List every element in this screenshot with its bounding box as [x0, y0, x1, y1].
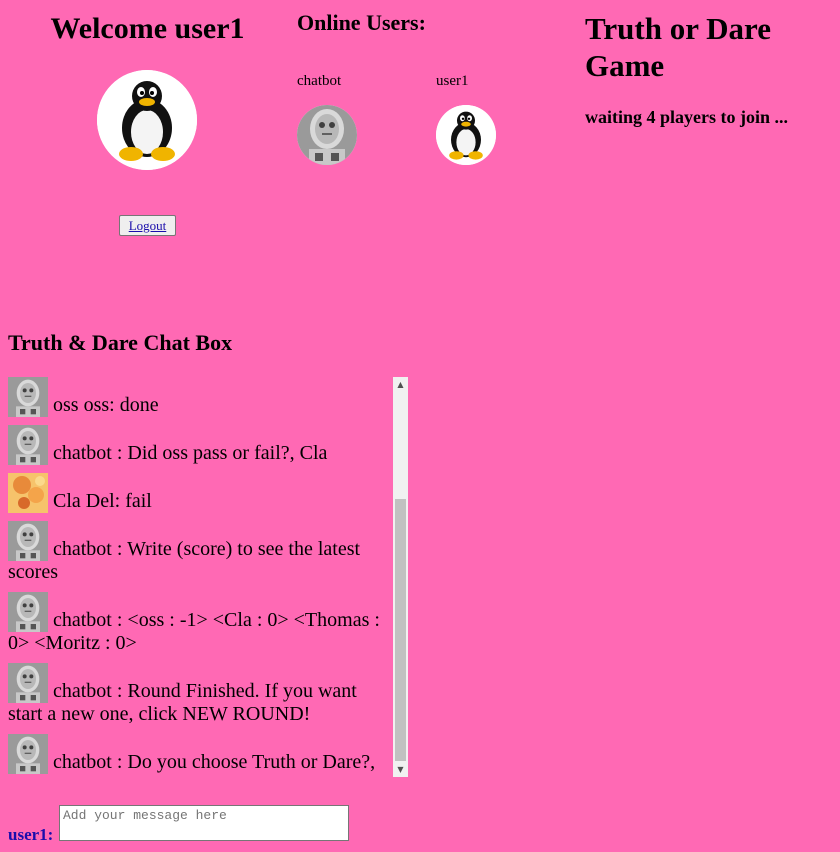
chat-message-text: oss oss: done: [53, 394, 159, 416]
robot-avatar-icon: [8, 734, 48, 774]
penguin-avatar-icon: [436, 105, 496, 165]
flower-avatar-icon: [8, 473, 48, 513]
chat-box[interactable]: oss oss: done chatbot : Did oss pass or …: [8, 377, 408, 777]
game-title: Truth or Dare Game: [585, 11, 771, 83]
online-user-name: chatbot: [297, 73, 342, 89]
online-user-chatbot[interactable]: chatbot: [297, 73, 357, 165]
chat-message-text: chatbot : <oss : -1> <Cla : 0> <Thomas :…: [8, 609, 380, 654]
message-input-label: user1:: [8, 825, 54, 844]
online-user-name: user1: [436, 73, 469, 89]
game-status: waiting 4 players to join ...: [585, 107, 789, 127]
chat-message: chatbot : Did oss pass or fail?, Cla: [8, 425, 391, 465]
online-user-user1[interactable]: user1: [436, 73, 496, 165]
online-users-heading: Online Users:: [297, 10, 426, 35]
chat-message-list: oss oss: done chatbot : Did oss pass or …: [8, 377, 391, 777]
scroll-up-arrow-icon[interactable]: ▲: [393, 377, 408, 392]
chat-message-text: chatbot : Write (score) to see the lates…: [8, 538, 361, 583]
chat-scrollbar[interactable]: ▲ ▼: [393, 377, 408, 777]
robot-avatar-icon: [8, 425, 48, 465]
robot-avatar-icon: [8, 377, 48, 417]
welcome-heading: Welcome user1: [50, 12, 245, 45]
message-input[interactable]: [59, 805, 349, 841]
scroll-down-arrow-icon[interactable]: ▼: [393, 762, 408, 777]
chat-message-text: chatbot : Did oss pass or fail?, Cla: [53, 442, 328, 464]
robot-avatar-icon: [8, 663, 48, 703]
chat-message: chatbot : <oss : -1> <Cla : 0> <Thomas :…: [8, 592, 391, 655]
robot-avatar-icon: [297, 105, 357, 165]
chat-message-text: Cla Del: fail: [53, 490, 152, 512]
chat-box-heading: Truth & Dare Chat Box: [8, 330, 233, 355]
chat-message: Cla Del: fail: [8, 473, 391, 513]
chat-message-text: chatbot : Do you choose Truth or Dare?, …: [8, 751, 376, 777]
chat-message: chatbot : Write (score) to see the lates…: [8, 521, 391, 584]
chat-message: oss oss: done: [8, 377, 391, 417]
user-avatar-penguin-icon: [97, 70, 197, 170]
robot-avatar-icon: [8, 521, 48, 561]
scroll-thumb[interactable]: [395, 499, 406, 761]
chat-message: chatbot : Round Finished. If you want st…: [8, 663, 391, 726]
chat-message-text: chatbot : Round Finished. If you want st…: [8, 680, 357, 725]
chat-message: chatbot : Do you choose Truth or Dare?, …: [8, 734, 391, 777]
robot-avatar-icon: [8, 592, 48, 632]
logout-button[interactable]: Logout: [119, 215, 176, 236]
